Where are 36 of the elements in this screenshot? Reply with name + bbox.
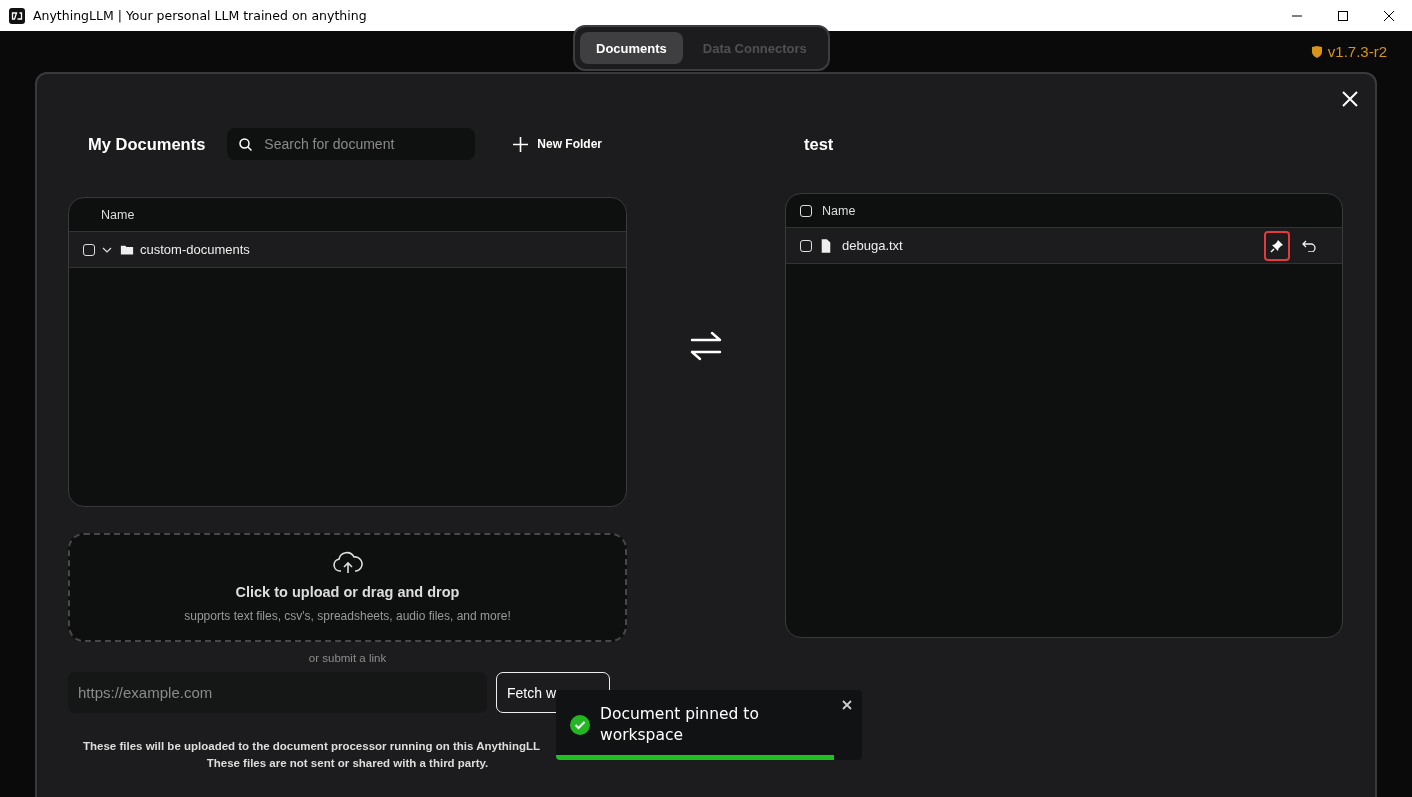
search-field[interactable]: Search for document xyxy=(227,128,476,160)
upload-hint: supports text files, csv's, spreadsheets, audio files, and more! xyxy=(184,609,511,623)
tab[interactable]: Documents xyxy=(580,32,683,64)
section-title: My Documents xyxy=(88,134,206,154)
link-label: or submit a link xyxy=(307,652,388,664)
file-name[interactable]: debuga.txt xyxy=(842,238,903,253)
column-header: Name xyxy=(101,207,135,222)
upload-dropzone[interactable]: Click to upload or drag and drop supports text files, csv's, spreadsheets, audio files, and more! xyxy=(68,533,627,642)
search-icon xyxy=(239,137,253,151)
shield-icon xyxy=(1311,45,1322,58)
app-logo-icon xyxy=(9,7,25,24)
window-title: AnythingLLM | Your personal LLM trained on anything xyxy=(33,8,367,23)
swap-arrows-icon[interactable] xyxy=(690,329,722,362)
column-header: Name xyxy=(822,203,856,218)
cloud-upload-icon xyxy=(332,551,363,575)
new-folder-button[interactable]: New Folder xyxy=(513,136,603,152)
workspace-title: test xyxy=(804,134,834,154)
checkbox[interactable] xyxy=(83,243,95,256)
checkbox[interactable] xyxy=(800,239,812,252)
check-circle-icon xyxy=(570,715,590,735)
checkbox[interactable] xyxy=(800,204,812,217)
pin-icon xyxy=(1270,238,1284,253)
search-field[interactable]: Search for document xyxy=(262,135,467,153)
file-icon xyxy=(820,238,832,253)
folder-name[interactable]: custom-documents xyxy=(140,242,250,257)
plus-icon xyxy=(513,136,529,152)
undo-icon xyxy=(1302,239,1316,252)
upload-title: Click to upload or drag and drop xyxy=(235,584,460,600)
pin-button[interactable] xyxy=(1264,230,1290,261)
undo-button[interactable] xyxy=(1302,239,1316,252)
url-field[interactable]: https://example.com xyxy=(68,672,487,713)
close-icon[interactable] xyxy=(1383,9,1395,22)
notice-text: These files will be uploaded to the document processor running on this AnythingLL xyxy=(82,739,542,754)
maximize-icon[interactable] xyxy=(1337,9,1349,22)
notice-text: These files are not sent or shared with a third party. xyxy=(205,756,490,771)
version-label: v1.7.3-r2 xyxy=(1327,43,1387,60)
